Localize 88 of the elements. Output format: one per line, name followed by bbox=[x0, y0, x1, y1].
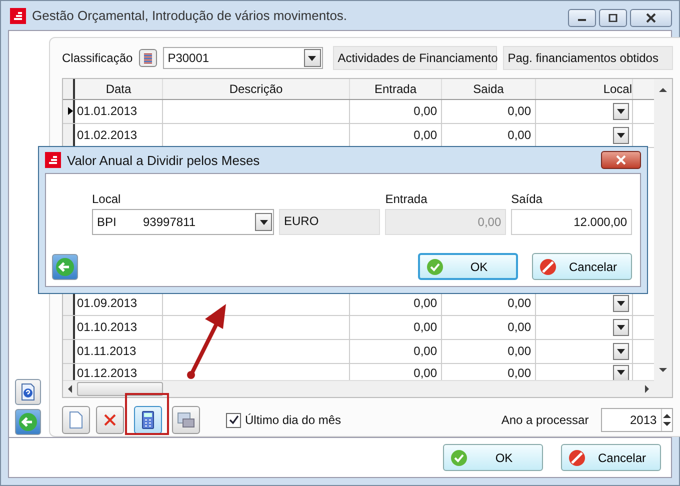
delete-button[interactable] bbox=[96, 406, 124, 434]
document-icon bbox=[69, 411, 83, 429]
caret-icon bbox=[617, 132, 625, 138]
cancel-icon bbox=[568, 448, 586, 466]
column-header[interactable]: Data bbox=[75, 79, 163, 99]
entrada-cell: 0,00 bbox=[350, 340, 442, 363]
back-button[interactable] bbox=[15, 409, 41, 435]
saida-cell: 0,00 bbox=[442, 340, 536, 363]
maximize-icon bbox=[608, 14, 618, 22]
dropdown-button[interactable] bbox=[613, 318, 629, 336]
dropdown-button[interactable] bbox=[613, 342, 629, 360]
new-document-button[interactable] bbox=[62, 406, 90, 434]
check-icon bbox=[450, 448, 468, 466]
app-logo-icon bbox=[10, 8, 26, 24]
back-button[interactable] bbox=[52, 254, 78, 280]
currency-field: EURO bbox=[279, 209, 380, 235]
dropdown-button[interactable] bbox=[613, 102, 629, 120]
caret-icon bbox=[308, 56, 316, 60]
column-header[interactable]: Descrição bbox=[163, 79, 350, 99]
column-header[interactable]: Local bbox=[536, 79, 633, 99]
row-indicator[interactable] bbox=[63, 100, 75, 123]
scroll-right-icon[interactable] bbox=[644, 385, 650, 394]
dropdown-button[interactable] bbox=[613, 126, 629, 144]
entrada-cell: 0,00 bbox=[350, 100, 442, 123]
close-icon bbox=[615, 155, 627, 165]
saida-cell: 0,00 bbox=[442, 316, 536, 339]
caret-icon bbox=[617, 348, 625, 354]
saida-label: Saída bbox=[511, 192, 544, 206]
dialog-title: Valor Anual a Dividir pelos Meses bbox=[67, 152, 260, 168]
date-cell: 01.10.2013 bbox=[75, 316, 163, 339]
list-icon bbox=[142, 52, 154, 64]
date-cell: 01.11.2013 bbox=[75, 340, 163, 363]
year-label: Ano a processar bbox=[501, 413, 589, 427]
close-button[interactable] bbox=[601, 151, 641, 169]
vertical-scrollbar[interactable] bbox=[654, 79, 672, 397]
caret-icon bbox=[617, 370, 625, 376]
classification-label: Classificação bbox=[62, 51, 133, 65]
highlight-box bbox=[125, 393, 169, 435]
print-preview-button[interactable] bbox=[172, 406, 200, 434]
caret-icon bbox=[617, 300, 625, 306]
scroll-up-icon[interactable] bbox=[658, 87, 667, 93]
local-combo[interactable]: BPI 93997811 bbox=[92, 209, 274, 235]
scroll-down-icon[interactable] bbox=[658, 367, 667, 373]
group-field: Actividades de Financiamento bbox=[332, 46, 497, 70]
year-spinner[interactable]: 2013 bbox=[600, 408, 673, 432]
caret-icon bbox=[260, 220, 268, 224]
ok-button[interactable]: OK bbox=[443, 444, 543, 471]
windows-icon bbox=[177, 412, 195, 428]
row-indicator[interactable] bbox=[63, 364, 75, 380]
local-label: Local bbox=[92, 192, 122, 206]
column-header[interactable]: Entrada bbox=[350, 79, 442, 99]
scroll-left-icon[interactable] bbox=[67, 385, 73, 394]
minimize-button[interactable] bbox=[568, 9, 596, 27]
entrada-cell: 0,00 bbox=[350, 316, 442, 339]
dropdown-button[interactable] bbox=[613, 294, 629, 312]
list-lookup-button[interactable] bbox=[138, 49, 157, 67]
row-indicator[interactable] bbox=[63, 340, 75, 363]
calculator-button[interactable] bbox=[134, 406, 162, 434]
column-header[interactable]: Saida bbox=[442, 79, 536, 99]
help-icon bbox=[20, 383, 36, 401]
calculator-icon bbox=[142, 411, 154, 429]
app-logo-icon bbox=[45, 152, 61, 168]
check-icon bbox=[426, 258, 444, 276]
caret-icon bbox=[617, 324, 625, 330]
cancel-button[interactable]: Cancelar bbox=[532, 253, 632, 280]
close-icon bbox=[645, 13, 657, 23]
classification-combo[interactable]: P30001 bbox=[162, 47, 323, 69]
row-indicator[interactable] bbox=[63, 316, 75, 339]
saida-cell: 0,00 bbox=[442, 100, 536, 123]
cancel-icon bbox=[539, 258, 557, 276]
delete-icon bbox=[103, 413, 117, 427]
last-day-checkbox[interactable]: Último dia do mês bbox=[226, 412, 342, 428]
window-title: Gestão Orçamental, Introdução de vários movimentos. bbox=[32, 8, 348, 23]
date-cell: 01.01.2013 bbox=[75, 100, 163, 123]
row-indicator[interactable] bbox=[63, 124, 75, 147]
checkmark-icon bbox=[228, 415, 238, 425]
dropdown-button[interactable] bbox=[613, 364, 629, 380]
help-button[interactable] bbox=[15, 379, 41, 405]
subgroup-field: Pag. financiamentos obtidos bbox=[502, 46, 673, 70]
maximize-button[interactable] bbox=[599, 9, 627, 27]
ok-button[interactable]: OK bbox=[418, 253, 518, 280]
spin-arrows-icon[interactable] bbox=[662, 413, 672, 427]
cancel-button[interactable]: Cancelar bbox=[561, 444, 661, 471]
horizontal-scrollbar[interactable] bbox=[63, 380, 654, 397]
caret-icon bbox=[617, 108, 625, 114]
saida-field[interactable]: 12.000,00 bbox=[511, 209, 632, 235]
close-button[interactable] bbox=[630, 9, 672, 27]
entrada-label: Entrada bbox=[385, 192, 428, 206]
